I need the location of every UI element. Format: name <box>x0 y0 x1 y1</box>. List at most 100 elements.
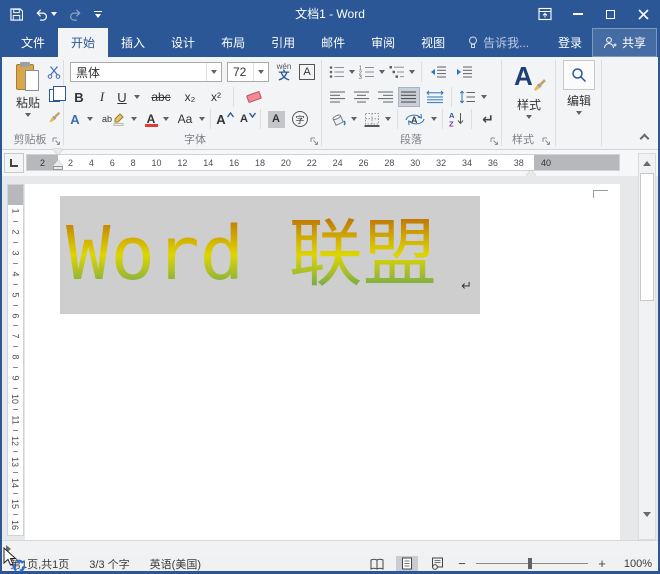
enclose-characters-button[interactable]: 字 <box>290 109 310 129</box>
tab-file[interactable]: 文件 <box>8 28 58 57</box>
borders-button[interactable] <box>362 109 382 129</box>
font-size-combo[interactable]: 72 <box>227 62 269 82</box>
show-hide-marks-button[interactable]: ↵ <box>478 109 498 129</box>
tab-design[interactable]: 设计 <box>158 28 208 57</box>
editing-button[interactable]: 编辑 <box>558 60 600 130</box>
character-border-button[interactable]: A <box>297 62 317 82</box>
multilevel-list-button[interactable] <box>388 62 406 82</box>
tab-layout[interactable]: 布局 <box>208 28 258 57</box>
document-page[interactable]: Word 联盟 ↵ <box>25 184 620 540</box>
zoom-out-button[interactable]: − <box>456 556 468 571</box>
right-indent-marker[interactable] <box>526 160 536 176</box>
tab-mailings[interactable]: 邮件 <box>308 28 358 57</box>
font-color-dropdown[interactable] <box>160 109 172 129</box>
group-separator <box>555 60 556 146</box>
change-case-dropdown[interactable] <box>196 109 208 129</box>
language-status[interactable]: 英语(美国) <box>150 556 201 572</box>
asian-layout-dropdown[interactable] <box>428 109 439 129</box>
tab-review[interactable]: 审阅 <box>358 28 408 57</box>
shrink-font-button[interactable]: A <box>238 109 258 129</box>
font-size-dropdown[interactable] <box>253 63 268 81</box>
maximize-button[interactable] <box>594 0 627 28</box>
clipboard-dialog-launcher[interactable] <box>52 137 61 146</box>
italic-button[interactable]: I <box>94 87 110 107</box>
align-right-button[interactable] <box>376 87 396 107</box>
styles-dropdown-caret[interactable] <box>526 115 532 119</box>
font-name-dropdown[interactable] <box>206 63 221 81</box>
scroll-up-button[interactable] <box>639 155 655 171</box>
horizontal-scrollbar[interactable] <box>0 540 660 557</box>
editing-dropdown-caret[interactable] <box>576 111 582 115</box>
bullets-dropdown[interactable] <box>346 62 357 82</box>
multilevel-dropdown[interactable] <box>406 62 417 82</box>
read-mode-button[interactable] <box>366 556 388 571</box>
scroll-down-button[interactable] <box>639 506 655 522</box>
hanging-indent-marker[interactable] <box>53 160 63 170</box>
grow-font-button[interactable]: A <box>214 109 236 129</box>
underline-dropdown[interactable] <box>131 87 143 107</box>
decrease-indent-button[interactable] <box>428 62 448 82</box>
phonetic-guide-button[interactable]: wén 文 <box>273 60 295 84</box>
line-spacing-dropdown[interactable] <box>478 87 489 107</box>
tab-insert[interactable]: 插入 <box>108 28 158 57</box>
asian-layout-button[interactable]: A <box>402 109 428 129</box>
vertical-scroll-thumb[interactable] <box>640 173 654 301</box>
bold-button[interactable]: B <box>70 87 88 107</box>
tab-stop-selector[interactable] <box>4 153 24 173</box>
numbering-button[interactable]: 123 <box>358 62 376 82</box>
shading-dropdown[interactable] <box>348 109 359 129</box>
tell-me-box[interactable]: 告诉我... <box>458 28 539 57</box>
zoom-slider-thumb[interactable] <box>528 558 532 569</box>
copy-button[interactable] <box>44 85 66 105</box>
zoom-in-button[interactable]: + <box>596 556 608 571</box>
superscript-button[interactable]: x² <box>206 87 226 107</box>
cut-button[interactable] <box>44 62 64 82</box>
highlight-color-button[interactable]: ab <box>100 109 126 129</box>
increase-indent-button[interactable] <box>454 62 474 82</box>
sign-in-button[interactable]: 登录 <box>548 28 592 57</box>
align-left-button[interactable] <box>328 87 348 107</box>
close-button[interactable] <box>627 0 660 28</box>
word-count-status[interactable]: 3/3 个字 <box>89 556 129 572</box>
paste-dropdown-caret[interactable] <box>25 113 31 117</box>
sort-button[interactable]: AZ <box>447 109 467 129</box>
minimize-button[interactable] <box>561 0 594 28</box>
paragraph-dialog-launcher[interactable] <box>490 137 499 146</box>
styles-dialog-launcher[interactable] <box>542 137 551 146</box>
collapse-ribbon-button[interactable] <box>634 128 654 148</box>
text-effects-button[interactable]: A <box>66 109 84 129</box>
document-area[interactable]: 1 2 3 4 5 6 7 8 9 10 11 12 13 14 15 16 Word 联盟 ↵ <box>0 176 660 540</box>
zoom-level-label[interactable]: 100% <box>616 558 652 570</box>
text-effects-dropdown[interactable] <box>84 109 96 129</box>
tab-view[interactable]: 视图 <box>408 28 458 57</box>
print-layout-button[interactable] <box>396 556 418 571</box>
format-painter-button[interactable] <box>44 108 64 128</box>
borders-dropdown[interactable] <box>382 109 393 129</box>
selected-text-block[interactable]: Word 联盟 ↵ <box>60 196 480 314</box>
line-spacing-button[interactable] <box>456 87 478 107</box>
bullets-button[interactable] <box>328 62 346 82</box>
align-center-button[interactable] <box>352 87 372 107</box>
strikethrough-button[interactable]: abc <box>148 87 174 107</box>
share-button[interactable]: 共享 <box>591 28 657 57</box>
tab-home[interactable]: 开始 <box>58 28 109 57</box>
styles-button[interactable]: A 样式 <box>506 60 552 130</box>
numbering-dropdown[interactable] <box>376 62 387 82</box>
font-dialog-launcher[interactable] <box>310 137 319 146</box>
font-color-button[interactable]: A <box>142 109 160 129</box>
web-layout-button[interactable] <box>426 556 448 571</box>
subscript-button[interactable]: x₂ <box>180 87 200 107</box>
distribute-button[interactable] <box>424 87 446 107</box>
justify-button[interactable] <box>398 87 420 107</box>
font-name-combo[interactable]: 黑体 <box>70 62 222 82</box>
vertical-scrollbar[interactable] <box>638 153 656 540</box>
zoom-slider[interactable] <box>476 556 588 571</box>
tab-references[interactable]: 引用 <box>258 28 308 57</box>
ribbon-display-options-icon[interactable] <box>528 0 561 28</box>
underline-button[interactable]: U <box>114 87 130 107</box>
shading-button[interactable] <box>328 109 348 129</box>
clear-formatting-button[interactable] <box>242 87 266 107</box>
character-shading-button[interactable]: A <box>266 109 286 129</box>
change-case-button[interactable]: Aa <box>174 109 196 129</box>
highlight-dropdown[interactable] <box>128 109 140 129</box>
